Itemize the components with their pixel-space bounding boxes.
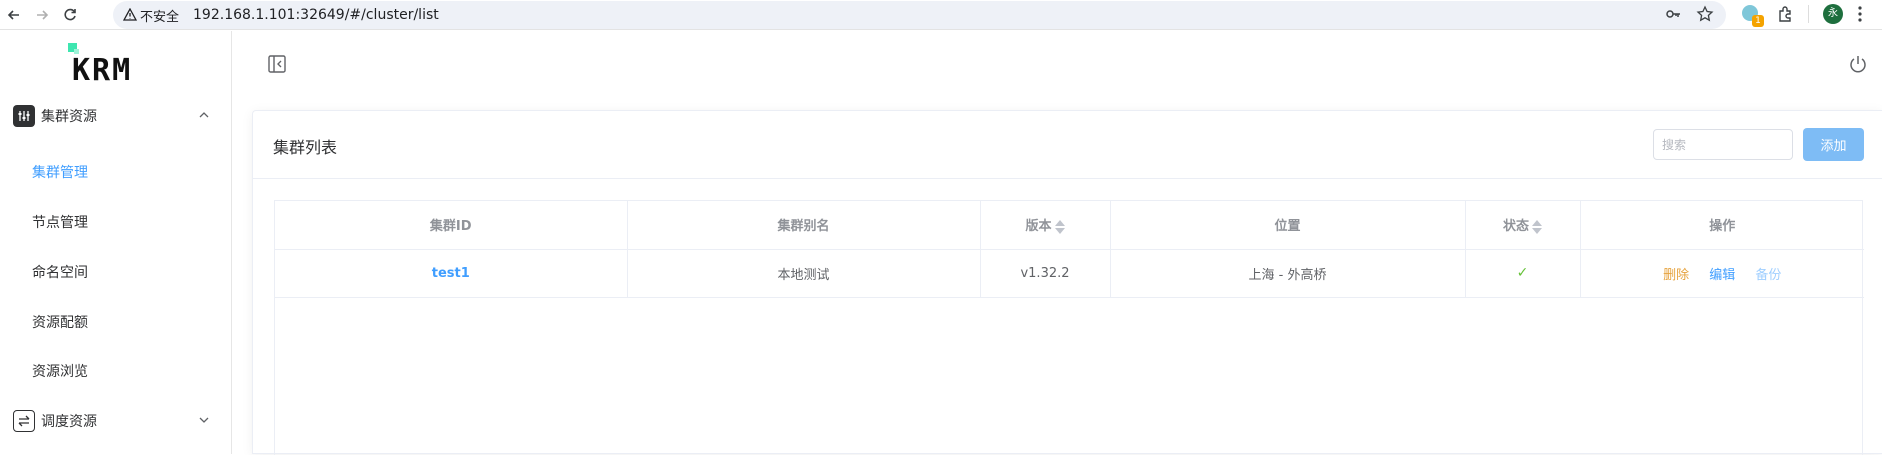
power-icon[interactable] [1848,54,1868,74]
column-header-cluster-id: 集群ID [275,201,628,250]
forward-icon[interactable] [30,3,54,27]
search-input[interactable] [1653,129,1793,160]
card-title: 集群列表 [273,138,338,157]
backup-button[interactable]: 备份 [1755,268,1781,283]
url-text[interactable]: 192.168.1.101:32649/#/cluster/list [193,7,439,23]
menu-group-scheduling-resources[interactable]: 调度资源 [0,401,231,441]
table-row: test1 本地测试 v1.32.2 上海 - 外高桥 ✓ 删除 编辑 备份 [275,249,1864,298]
chevron-up-icon [198,109,210,124]
switch-icon [13,410,35,432]
cluster-alias-cell: 本地测试 [627,249,981,298]
chevron-down-icon [198,414,210,429]
sort-icon[interactable] [1532,219,1542,235]
cluster-location-cell: 上海 - 外高桥 [1110,249,1466,298]
cluster-list-card: 集群列表 添加 集群ID 集群别名 版本 位置 状态 操作 [252,110,1882,455]
status-check-icon: ✓ [1516,265,1529,281]
key-icon[interactable] [1664,5,1682,23]
cluster-version-cell: v1.32.2 [980,249,1111,298]
extension-icon[interactable]: 1 [1740,3,1764,27]
sort-icon[interactable] [1054,219,1065,235]
menu-group-cluster-resources[interactable]: 集群资源 [0,96,231,136]
edit-button[interactable]: 编辑 [1709,268,1735,283]
svg-text:KRM: KRM [72,53,132,83]
column-header-alias: 集群别名 [627,201,981,250]
column-header-location: 位置 [1110,201,1466,250]
back-icon[interactable] [2,3,26,27]
column-header-status[interactable]: 状态 [1465,201,1581,250]
sidebar: KRM 集群资源 集群管理 节点管理 命名空间 资源配额 资源浏览 调度资源 [0,31,232,454]
column-header-actions: 操作 [1580,201,1864,250]
sidebar-item-resource-browse[interactable]: 资源浏览 [32,361,88,381]
cluster-table: 集群ID 集群别名 版本 位置 状态 操作 test1 本地测试 v1.32.2… [274,200,1864,455]
security-indicator[interactable]: 不安全 [123,6,179,25]
delete-button[interactable]: 删除 [1663,268,1689,283]
extension-badge-count: 1 [1752,15,1764,27]
menu-group-label: 集群资源 [41,109,97,125]
menu-icon[interactable] [1857,5,1863,23]
profile-avatar[interactable]: 永 [1823,4,1843,24]
column-header-version[interactable]: 版本 [980,201,1111,250]
extensions-icon[interactable] [1776,5,1794,23]
cluster-id-link[interactable]: test1 [432,266,470,281]
security-label: 不安全 [140,9,180,25]
sidebar-item-cluster-management[interactable]: 集群管理 [32,162,88,182]
star-icon[interactable] [1696,5,1714,23]
table-header-row: 集群ID 集群别名 版本 位置 状态 操作 [275,201,1864,250]
browser-toolbar: 不安全 192.168.1.101:32649/#/cluster/list 1… [0,0,1882,30]
krm-logo: KRM [68,43,132,83]
menu-group-label: 调度资源 [41,414,97,430]
collapse-sidebar-icon[interactable] [268,55,286,73]
address-bar[interactable]: 不安全 192.168.1.101:32649/#/cluster/list [113,1,1726,29]
sidebar-item-resource-quota[interactable]: 资源配额 [32,312,88,332]
sidebar-item-namespace[interactable]: 命名空间 [32,262,88,282]
reload-icon[interactable] [58,3,82,27]
sliders-icon [13,105,35,127]
sidebar-item-node-management[interactable]: 节点管理 [32,212,88,232]
warning-icon [123,8,137,21]
add-button[interactable]: 添加 [1803,128,1864,161]
card-header: 集群列表 添加 [253,111,1882,179]
